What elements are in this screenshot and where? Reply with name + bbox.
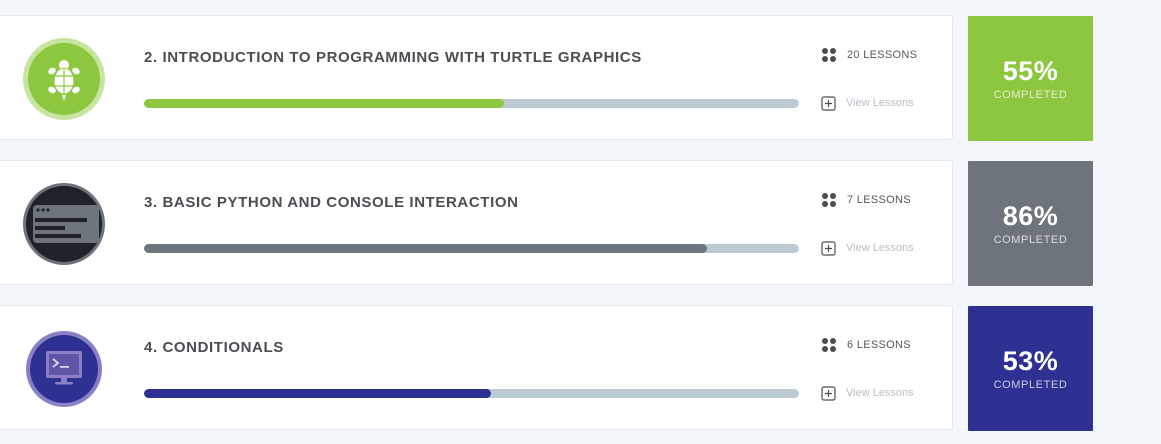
course-card[interactable]: 4. CONDITIONALS 6 LESSONS View Lessons [0,305,953,430]
lessons-count-label: 7 LESSONS [847,194,911,206]
plus-box-icon [821,385,836,401]
course-row: 4. CONDITIONALS 6 LESSONS View Lessons 5… [0,305,1161,432]
lessons-count: 6 LESSONS [821,336,911,354]
view-lessons-link[interactable]: View Lessons [821,94,914,112]
progress-fill [144,99,505,108]
view-lessons-label: View Lessons [846,387,914,399]
progress-bar [144,389,799,398]
course-title: 3. BASIC PYTHON AND CONSOLE INTERACTION [144,194,519,211]
progress-fill [144,244,708,253]
course-row: 2. INTRODUCTION TO PROGRAMMING WITH TURT… [0,15,1161,142]
grid-dots-icon [822,338,836,352]
lessons-count-label: 6 LESSONS [847,339,911,351]
view-lessons-label: View Lessons [846,242,914,254]
lessons-count: 7 LESSONS [821,191,911,209]
completion-percent: 55% [1002,56,1059,86]
grid-dots-icon [822,48,836,62]
terminal-monitor-icon [23,328,105,410]
completion-percent: 86% [1002,201,1059,231]
lessons-count: 20 LESSONS [821,46,917,64]
view-lessons-label: View Lessons [846,97,914,109]
completion-badge: 55% COMPLETED [968,16,1093,141]
plus-box-icon [821,240,836,256]
course-title: 4. CONDITIONALS [144,339,284,356]
course-card[interactable]: 2. INTRODUCTION TO PROGRAMMING WITH TURT… [0,15,953,140]
progress-bar [144,244,799,253]
completion-badge: 86% COMPLETED [968,161,1093,286]
view-lessons-link[interactable]: View Lessons [821,239,914,257]
plus-box-icon [821,95,836,111]
completion-label: COMPLETED [993,89,1068,101]
view-lessons-link[interactable]: View Lessons [821,384,914,402]
course-title: 2. INTRODUCTION TO PROGRAMMING WITH TURT… [144,49,642,66]
lessons-count-label: 20 LESSONS [847,49,918,61]
completion-label: COMPLETED [993,379,1068,391]
grid-dots-icon [822,193,836,207]
console-window-icon [23,183,105,265]
completion-badge: 53% COMPLETED [968,306,1093,431]
course-card[interactable]: 3. BASIC PYTHON AND CONSOLE INTERACTION … [0,160,953,285]
course-row: 3. BASIC PYTHON AND CONSOLE INTERACTION … [0,160,1161,287]
completion-label: COMPLETED [993,234,1068,246]
completion-percent: 53% [1002,346,1059,376]
progress-bar [144,99,799,108]
turtle-icon [23,38,105,120]
progress-fill [144,389,492,398]
